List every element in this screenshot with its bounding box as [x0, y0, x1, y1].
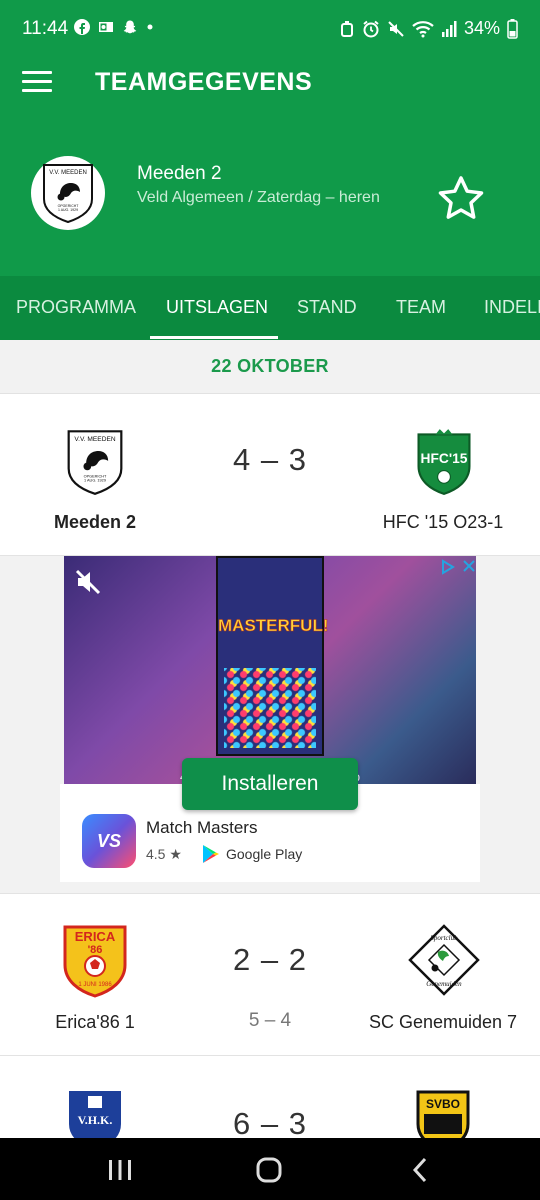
ad-store-name: Google Play — [226, 846, 303, 862]
svg-text:V.V. MEEDEN: V.V. MEEDEN — [74, 436, 115, 443]
svg-text:V.H.K.: V.H.K. — [78, 1113, 113, 1127]
away-team-name: SC Genemuiden 7 — [368, 1012, 518, 1032]
status-bar: 11:44 34% — [0, 0, 540, 60]
ad-choices[interactable] — [440, 559, 476, 575]
match-card[interactable]: ERICA '86 1 JUNI 1986 Erica'86 1 2 – 2 5… — [0, 894, 540, 1056]
ad-game-screenshot: MASTERFUL! — [216, 556, 329, 756]
tab-uitslagen[interactable]: UITSLAGEN — [166, 276, 268, 340]
svg-text:Genemuiden: Genemuiden — [426, 980, 462, 988]
tab-stand[interactable]: STAND — [297, 276, 357, 340]
adchoices-icon[interactable] — [440, 559, 456, 575]
page-title: TEAMGEGEVENS — [95, 68, 313, 96]
team-competition: Veld Algemeen / Zaterdag – heren — [137, 189, 380, 206]
alarm-icon — [340, 20, 353, 37]
home-team-name: Meeden 2 — [53, 512, 137, 532]
ad-app-name: Match Masters — [146, 818, 258, 837]
snapchat-icon — [123, 20, 137, 34]
meeden-crest-icon: V.V. MEEDEN OPGERICHT 1 AUG. 1929 — [67, 430, 123, 495]
close-icon[interactable] — [462, 559, 476, 573]
signal-icon — [441, 20, 457, 37]
date-header: 22 OKTOBER — [0, 340, 540, 394]
mute-icon[interactable] — [74, 568, 102, 596]
match-score: 2 – 2 — [233, 942, 307, 977]
svg-text:'86: '86 — [88, 944, 103, 956]
away-team-name: HFC '15 O23-1 — [382, 512, 504, 532]
tab-team[interactable]: TEAM — [396, 276, 446, 340]
mute-icon — [388, 20, 404, 37]
match-card[interactable]: V.H.K. 6 – 3 SVBO — [0, 1056, 540, 1138]
team-logo: V.V. MEEDEN OPGERICHT 1 AUG. 1929 — [31, 156, 105, 230]
recent-apps-icon[interactable] — [105, 1156, 135, 1184]
ad-gem-grid — [224, 668, 316, 748]
clock-icon — [363, 20, 379, 37]
google-play-icon — [203, 845, 219, 863]
status-time: 11:44 — [22, 18, 69, 39]
hfc15-crest-icon: HFC'15 — [417, 429, 471, 495]
favorite-star-icon[interactable] — [437, 175, 485, 221]
app-bar: TEAMGEGEVENS V.V. MEEDEN OPGERICHT 1 AUG… — [0, 60, 540, 276]
match-score: 6 – 3 — [233, 1106, 307, 1138]
home-icon[interactable] — [254, 1156, 284, 1184]
erica86-crest-icon: ERICA '86 1 JUNI 1986 — [63, 925, 127, 998]
home-team-name: Erica'86 1 — [55, 1012, 135, 1032]
match-score: 4 – 3 — [233, 442, 307, 477]
menu-icon[interactable] — [22, 71, 52, 93]
active-tab-indicator — [150, 336, 278, 339]
battery-percent: 34% — [463, 18, 500, 38]
svg-text:V.V. MEEDEN: V.V. MEEDEN — [49, 170, 87, 176]
svg-text:1 AUG. 1929: 1 AUG. 1929 — [84, 479, 106, 483]
system-nav-bar — [0, 1138, 540, 1200]
vhk-crest-icon: V.H.K. — [67, 1089, 123, 1138]
back-icon[interactable] — [406, 1156, 436, 1184]
wifi-icon — [412, 20, 434, 37]
svg-text:ERICA: ERICA — [75, 929, 116, 944]
svbo-crest-icon: SVBO — [416, 1090, 470, 1138]
svg-text:SVBO: SVBO — [426, 1097, 460, 1111]
dot-icon — [147, 24, 153, 30]
install-button[interactable]: Installeren — [182, 758, 358, 810]
outlook-icon — [99, 22, 113, 32]
ad-app-icon: VS — [82, 814, 136, 868]
ad-masterful-text: MASTERFUL! — [218, 616, 329, 636]
tab-bar: PROGRAMMA UITSLAGEN STAND TEAM INDELI — [0, 276, 540, 340]
svg-text:1 JUNI 1986: 1 JUNI 1986 — [78, 982, 112, 988]
svg-text:1 AUG. 1929: 1 AUG. 1929 — [58, 208, 78, 212]
facebook-icon — [74, 19, 90, 35]
meeden-crest-icon: V.V. MEEDEN OPGERICHT 1 AUG. 1929 — [43, 164, 93, 224]
ad-video[interactable]: MASTERFUL! 4 in a row will c opponent ba… — [64, 556, 476, 784]
match-card[interactable]: V.V. MEEDEN OPGERICHT 1 AUG. 1929 Meeden… — [0, 394, 540, 556]
tab-programma[interactable]: PROGRAMMA — [16, 276, 136, 340]
svg-text:HFC'15: HFC'15 — [421, 451, 468, 466]
svg-text:Sportclub: Sportclub — [430, 934, 458, 942]
tab-indeling[interactable]: INDELI — [484, 276, 540, 340]
ad-store: Google Play — [202, 844, 302, 864]
penalty-score: 5 – 4 — [248, 1010, 292, 1031]
ad-app-rating: 4.5 ★ — [146, 846, 182, 862]
team-name: Meeden 2 — [137, 163, 222, 184]
advertisement[interactable]: MASTERFUL! 4 in a row will c opponent ba… — [0, 556, 540, 894]
battery-icon — [507, 18, 518, 39]
genemuiden-crest-icon: Sportclub Genemuiden — [408, 924, 480, 996]
